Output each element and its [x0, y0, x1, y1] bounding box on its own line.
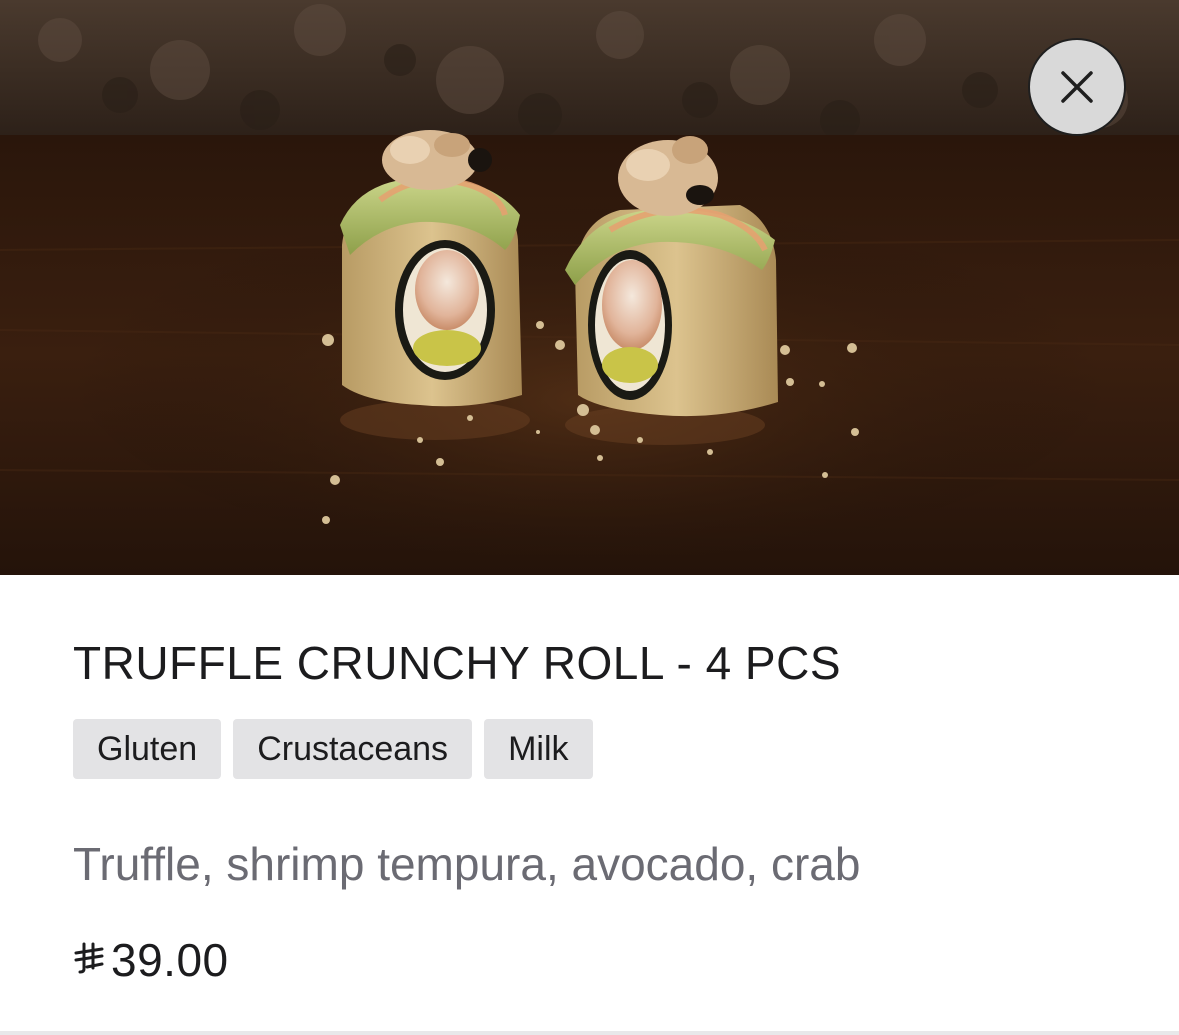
product-description: Truffle, shrimp tempura, avocado, crab [73, 838, 861, 890]
allergen-tags: Gluten Crustaceans Milk [73, 719, 593, 779]
riyal-icon [73, 941, 105, 980]
allergen-tag: Crustaceans [233, 719, 473, 779]
allergen-tag: Milk [484, 719, 593, 779]
product-title: TRUFFLE CRUNCHY ROLL - 4 PCS [73, 637, 842, 689]
product-image [0, 0, 1179, 575]
divider [0, 1031, 1179, 1035]
allergen-tag: Gluten [73, 719, 222, 779]
product-price: 39.00 [73, 933, 229, 987]
price-value: 39.00 [111, 934, 229, 986]
close-icon [1061, 71, 1093, 103]
product-detail-sheet: TRUFFLE CRUNCHY ROLL - 4 PCS Gluten Crus… [0, 0, 1179, 1035]
close-button[interactable] [1028, 38, 1126, 136]
